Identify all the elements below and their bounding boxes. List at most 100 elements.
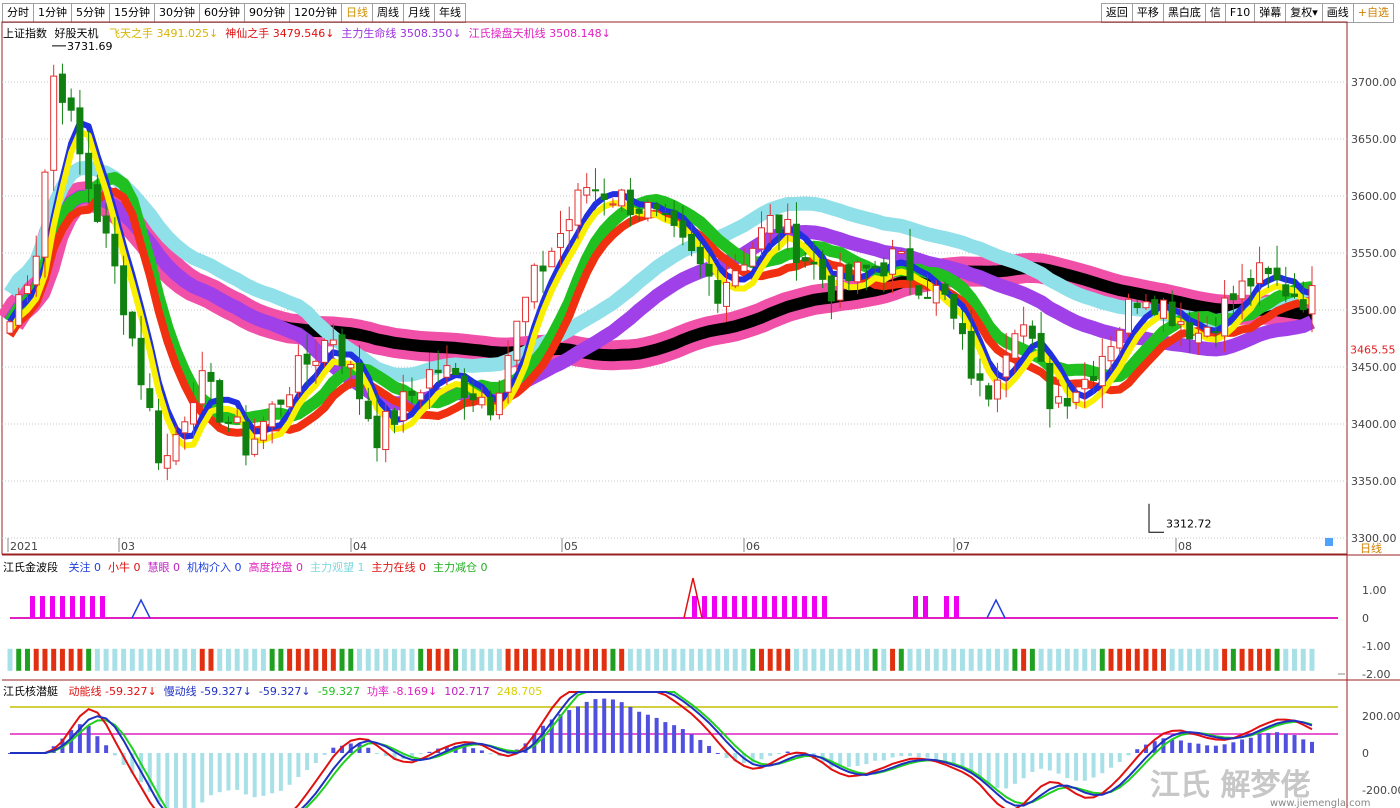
wave-state-bar (584, 648, 590, 671)
candle-body (539, 265, 547, 272)
candle-body (120, 265, 128, 316)
candle-body (1037, 332, 1045, 362)
wave-state-bar (278, 648, 284, 671)
wave-bar (30, 596, 35, 618)
wave-state-bar (1029, 648, 1035, 671)
wave-state-bar (112, 648, 118, 671)
wave-state-bar (156, 648, 162, 671)
legend-value: -59.327↓ (258, 685, 311, 698)
wave-bar (923, 596, 928, 618)
osc-histogram-bar (1039, 753, 1044, 769)
legend-item: 关注 0 (69, 561, 102, 574)
wave-state-bar (59, 648, 65, 671)
osc-title: 江氏核潜艇 (3, 685, 58, 698)
wave-state-bar (138, 648, 144, 671)
wave-state-bar (453, 648, 459, 671)
wave-legend: 江氏金波段 关注 0 小牛 0 慧眼 0 机构介入 0 高度控盘 0 主力观望 1 主力在线… (3, 559, 488, 575)
stock-chart-app: 分时 1分钟 5分钟 15分钟 30分钟 60分钟 90分钟 120分钟 日线 周线 月线 年线 返回… (0, 0, 1400, 808)
wave-state-bar (1187, 648, 1193, 671)
candle-body (609, 203, 617, 206)
wave-state-bar (514, 648, 520, 671)
candle-body (1212, 331, 1220, 334)
candle-body (557, 232, 565, 248)
osc-histogram-bar (488, 753, 493, 755)
candle-body (889, 248, 897, 275)
osc-histogram-bar (471, 748, 476, 753)
x-tick-label: 05 (564, 540, 578, 553)
osc-histogram-bar (934, 753, 939, 760)
wave-state-bar (488, 648, 494, 671)
wave-state-bar (1257, 648, 1263, 671)
candle-body (591, 189, 599, 192)
osc-histogram-bar (1117, 753, 1122, 763)
osc-histogram-bar (776, 753, 781, 755)
candle-body (15, 294, 23, 326)
wave-state-bar (1195, 648, 1201, 671)
x-tick-label: 08 (1178, 540, 1192, 553)
wave-state-bar (24, 648, 30, 671)
candle-body (50, 75, 58, 171)
symbol-name: 上证指数 (3, 27, 47, 40)
candle-body (1299, 299, 1307, 311)
y-tick-label: 3500.00 (1351, 304, 1397, 317)
wave-state-bar (86, 648, 92, 671)
wave-state-bar (767, 648, 773, 671)
candle-body (1247, 278, 1255, 287)
wave-bar (50, 596, 55, 618)
wave-state-bar (907, 648, 913, 671)
candle-body (286, 394, 294, 408)
candle-body (644, 201, 652, 219)
osc-histogram-bar (960, 753, 965, 767)
wave-state-bar (295, 648, 301, 671)
wave-state-bar (426, 648, 432, 671)
wave-state-bar (444, 648, 450, 671)
wave-state-bar (1248, 648, 1254, 671)
osc-histogram-bar (1301, 739, 1306, 753)
x-tick-label: 06 (746, 540, 760, 553)
wave-state-bar (260, 648, 266, 671)
wave-bar (913, 596, 918, 618)
candle-body (714, 280, 722, 304)
candle-body (784, 218, 792, 234)
legend-value: 0 (419, 561, 426, 574)
wave-state-bar (1073, 648, 1079, 671)
candle-body (766, 215, 774, 234)
legend-value: 3479.546↓ (272, 27, 335, 40)
candle-body (583, 187, 591, 196)
wave-state-bar (365, 648, 371, 671)
osc-histogram-bar (768, 753, 773, 756)
osc-histogram-bar (1292, 735, 1297, 753)
candle-body (653, 203, 661, 210)
indicator-name: 好股天机 (54, 27, 99, 40)
candle-body (1221, 297, 1229, 337)
legend-label: 飞天之手 (109, 27, 157, 40)
osc-histogram-bar (1135, 749, 1140, 753)
wave-state-bar (173, 648, 179, 671)
osc-histogram-bar (270, 753, 275, 794)
wave-state-bar (252, 648, 258, 671)
candle-body (862, 264, 870, 269)
wave-state-bar (977, 648, 983, 671)
wave-bar (954, 596, 959, 618)
wave-state-bar (479, 648, 485, 671)
candle-body (277, 399, 285, 405)
wave-state-bar (986, 648, 992, 671)
wave-bar (692, 596, 697, 618)
osc-histogram-bar (558, 714, 563, 753)
wave-state-bar (820, 648, 826, 671)
candle-body (1133, 302, 1141, 309)
candle-body (417, 392, 425, 401)
osc-histogram-bar (322, 753, 327, 755)
wave-state-bar (1292, 648, 1298, 671)
osc-histogram-bar (479, 750, 484, 753)
candle-body (1055, 396, 1063, 404)
candle-body (312, 360, 320, 366)
legend-label: 功率 (367, 685, 393, 698)
candle-body (740, 264, 748, 272)
wave-state-bar (77, 648, 83, 671)
wave-state-bar (400, 648, 406, 671)
candle-body (469, 393, 477, 401)
candle-body (1072, 391, 1080, 403)
osc-histogram-bar (759, 753, 764, 760)
wave-bar (40, 596, 45, 618)
